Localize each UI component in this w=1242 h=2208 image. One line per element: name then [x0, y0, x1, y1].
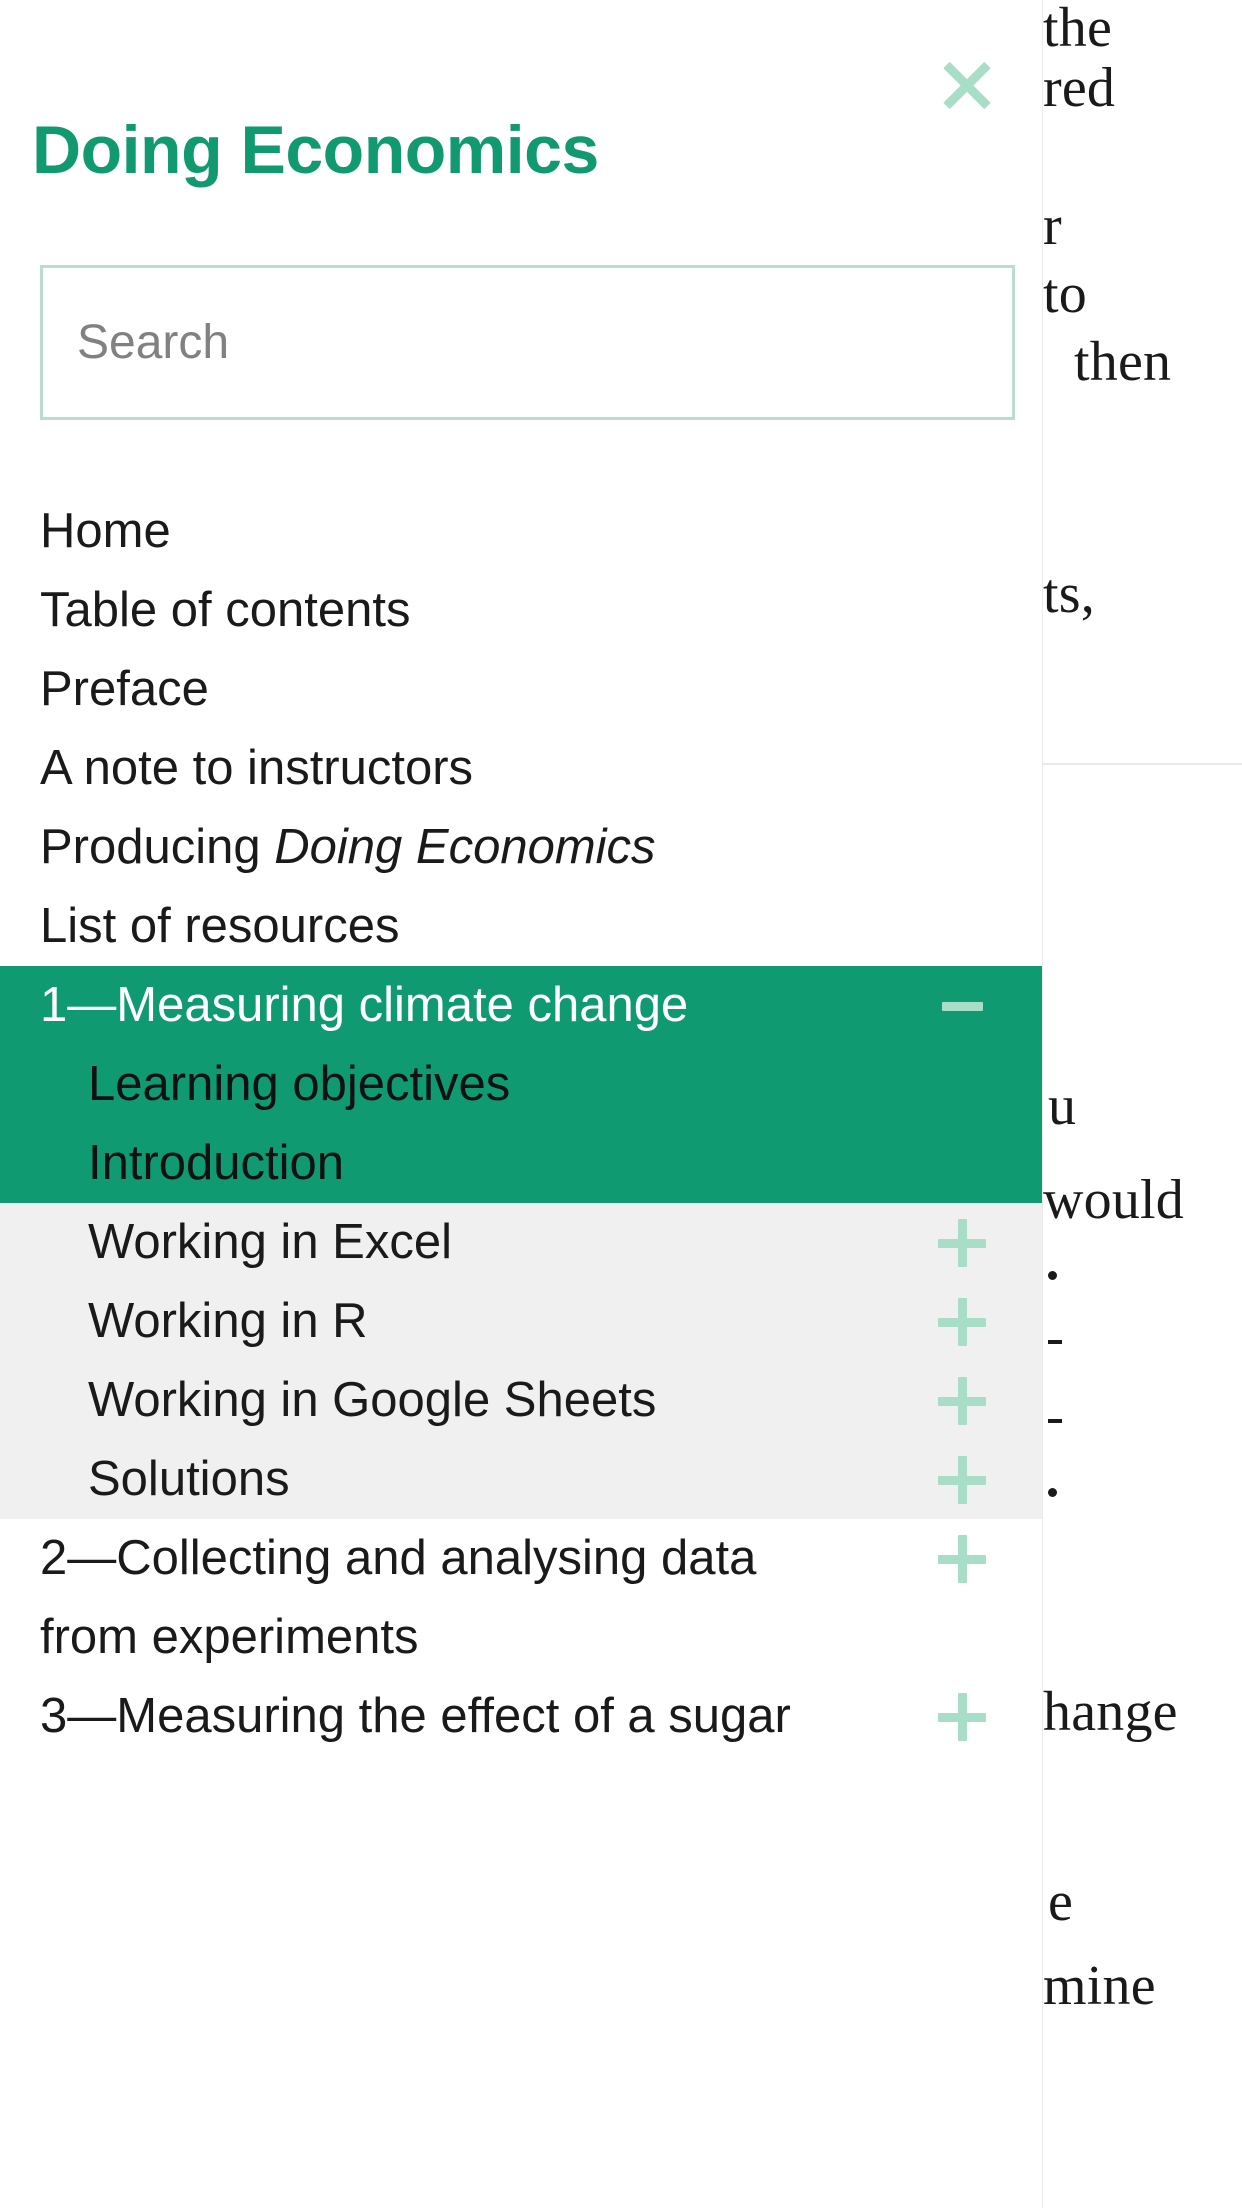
background-list-marker	[1048, 1419, 1062, 1423]
sidebar-item-label-line2: from experiments	[40, 1610, 419, 1664]
sidebar-item-1-measuring-climate-change[interactable]: 1—Measuring climate change	[0, 966, 1042, 1045]
background-text-fragment: ts,	[1043, 563, 1095, 625]
sidebar-item-label: Preface	[40, 662, 209, 716]
expand-plus-icon[interactable]	[938, 1693, 986, 1741]
drawer-title: Doing Economics	[32, 112, 599, 188]
sidebar-nav: Home Table of contents Preface A note to in…	[0, 492, 1042, 1756]
background-list-marker	[1048, 1340, 1062, 1344]
background-text-fragment: r	[1043, 195, 1062, 257]
background-text-fragment: mine	[1043, 1955, 1156, 2017]
sidebar-item-label: Producing Doing Economics	[40, 820, 656, 874]
expand-plus-icon[interactable]	[938, 1219, 986, 1267]
sidebar-item-list-of-resources[interactable]: List of resources	[0, 887, 1042, 966]
background-text-fragment: then	[1074, 331, 1172, 393]
plus-icon-vertical	[958, 1693, 967, 1741]
sidebar-item-producing[interactable]: Producing Doing Economics	[0, 808, 1042, 887]
expand-plus-icon[interactable]	[938, 1535, 986, 1583]
sidebar-item-working-in-google-sheets[interactable]: Working in Google Sheets	[0, 1361, 1042, 1440]
search-input[interactable]	[40, 265, 1015, 420]
sidebar-item-label-emphasis: Doing Economics	[274, 820, 656, 874]
plus-icon-vertical	[958, 1219, 967, 1267]
sidebar-item-label: 3—Measuring the effect of a sugar	[40, 1689, 791, 1743]
sidebar-item-working-in-excel[interactable]: Working in Excel	[0, 1203, 1042, 1282]
sidebar-item-label: Home	[40, 504, 171, 558]
background-text-fragment: u	[1048, 1075, 1077, 1137]
background-text-fragment: would	[1043, 1169, 1184, 1231]
close-icon[interactable]	[930, 48, 1004, 122]
sidebar-item-preface[interactable]: Preface	[0, 650, 1042, 729]
sidebar-item-label: A note to instructors	[40, 741, 474, 795]
sidebar-item-label: Working in R	[88, 1294, 368, 1348]
sidebar-item-label: Working in Google Sheets	[88, 1373, 657, 1427]
background-divider	[1043, 763, 1242, 765]
background-list-bullet	[1048, 1271, 1057, 1280]
sidebar-item-label: Table of contents	[40, 583, 411, 637]
sidebar-item-table-of-contents[interactable]: Table of contents	[0, 571, 1042, 650]
plus-icon-vertical	[958, 1456, 967, 1504]
sidebar-item-label: Working in Excel	[88, 1215, 453, 1269]
plus-icon-vertical	[958, 1535, 967, 1583]
collapse-minus-icon[interactable]	[938, 982, 986, 1030]
plus-icon-vertical	[958, 1298, 967, 1346]
expand-plus-icon[interactable]	[938, 1298, 986, 1346]
minus-icon-horizontal	[942, 1002, 983, 1011]
sidebar-item-label: 1—Measuring climate change	[40, 978, 689, 1032]
navigation-drawer: Doing Economics Home Table of contents Pre…	[0, 0, 1043, 2208]
sidebar-item-2-collecting-and-analysing-data[interactable]: 2—Collecting and analysing data from expe…	[0, 1519, 1042, 1677]
sidebar-item-label: Solutions	[88, 1452, 290, 1506]
sidebar-item-learning-objectives[interactable]: Learning objectives	[0, 1045, 1042, 1124]
background-text-fragment: hange	[1043, 1681, 1178, 1743]
plus-icon-vertical	[958, 1377, 967, 1425]
expand-plus-icon[interactable]	[938, 1377, 986, 1425]
background-list-bullet	[1048, 1488, 1057, 1497]
sidebar-item-label: Learning objectives	[88, 1057, 511, 1111]
sidebar-item-solutions[interactable]: Solutions	[0, 1440, 1042, 1519]
sidebar-item-working-in-r[interactable]: Working in R	[0, 1282, 1042, 1361]
background-text-fragment: the	[1043, 0, 1113, 59]
sidebar-item-label: Introduction	[88, 1136, 345, 1190]
background-text-fragment: to	[1043, 263, 1087, 325]
background-text-fragment: e	[1048, 1871, 1074, 1933]
sidebar-item-introduction[interactable]: Introduction	[0, 1124, 1042, 1203]
sidebar-item-label: 2—Collecting and analysing data	[40, 1531, 757, 1585]
background-text-fragment: red	[1043, 57, 1116, 119]
sidebar-item-home[interactable]: Home	[0, 492, 1042, 571]
sidebar-item-label: List of resources	[40, 899, 400, 953]
expand-plus-icon[interactable]	[938, 1456, 986, 1504]
sidebar-item-a-note-to-instructors[interactable]: A note to instructors	[0, 729, 1042, 808]
sidebar-item-3-measuring-the-effect-of-a-sugar[interactable]: 3—Measuring the effect of a sugar	[0, 1677, 1042, 1756]
